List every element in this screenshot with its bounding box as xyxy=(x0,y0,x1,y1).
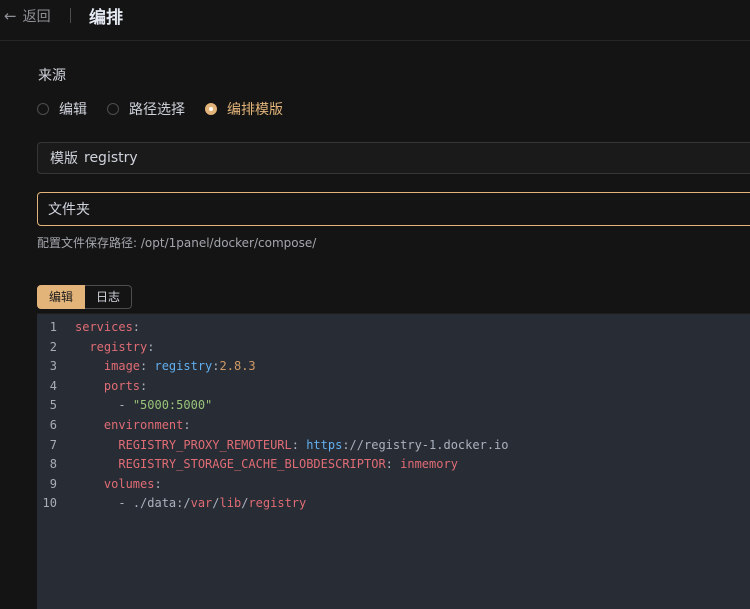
code-line: 6 environment: xyxy=(37,416,750,436)
line-number: 8 xyxy=(49,457,57,472)
code-key: registry xyxy=(89,339,148,354)
code-punct: : xyxy=(132,320,141,334)
radio-label: 编辑 xyxy=(59,102,87,118)
code-punct: : xyxy=(154,476,162,491)
code-value: https xyxy=(306,437,343,452)
code-key: services xyxy=(75,320,133,334)
line-number: 7 xyxy=(49,437,57,452)
code-punct: - xyxy=(118,496,133,511)
code-string: "5000:5000" xyxy=(132,398,213,413)
code-punct: : xyxy=(140,378,148,393)
code-punct: : xyxy=(140,359,155,374)
editor-tabs: 编辑 日志 xyxy=(37,285,133,309)
template-select-prefix: 模版 xyxy=(50,151,78,167)
folder-input-placeholder: 文件夹 xyxy=(48,202,90,218)
template-select-value: registry xyxy=(84,150,138,166)
line-number: 2 xyxy=(49,339,57,354)
code-value: ./data:/ xyxy=(132,496,191,511)
code-line: 5 - "5000:5000" xyxy=(37,396,750,416)
code-text: image: registry:2.8.3 xyxy=(75,357,256,377)
code-value: registry xyxy=(248,496,307,511)
line-number: 5 xyxy=(49,398,57,413)
code-line: 8 REGISTRY_STORAGE_CACHE_BLOBDESCRIPTOR:… xyxy=(37,455,750,475)
radio-path-select[interactable]: 路径选择 xyxy=(107,99,185,119)
back-button[interactable]: ← 返回 xyxy=(4,6,51,26)
code-punct: - xyxy=(118,398,133,413)
code-punct: : xyxy=(385,457,401,472)
line-number: 6 xyxy=(49,417,57,432)
code-text: ports: xyxy=(75,377,147,397)
code-text: REGISTRY_STORAGE_CACHE_BLOBDESCRIPTOR: i… xyxy=(75,455,458,475)
code-value: ://registry-1.docker.io xyxy=(342,437,509,452)
code-line: 4 ports: xyxy=(37,377,750,397)
code-key: environment xyxy=(103,417,184,432)
code-punct: : xyxy=(147,339,155,354)
line-number: 10 xyxy=(42,496,57,511)
code-text: REGISTRY_PROXY_REMOTEURL: https://regist… xyxy=(75,436,509,456)
radio-compose-template[interactable]: 编排模版 xyxy=(205,99,283,119)
code-editor[interactable]: 1 services: 2 registry: 3 image: registry:2… xyxy=(37,313,750,609)
line-number: 9 xyxy=(49,476,57,491)
code-value: registry xyxy=(154,359,213,374)
code-key: volumes xyxy=(103,476,155,491)
code-value: lib xyxy=(219,496,242,511)
radio-circle-icon[interactable] xyxy=(37,103,49,115)
code-line: 10 - ./data:/var/lib/registry xyxy=(37,494,750,514)
code-text: - "5000:5000" xyxy=(75,396,212,416)
line-number: 3 xyxy=(49,359,57,374)
template-select[interactable]: 模版 registry xyxy=(37,142,750,174)
code-line: 3 image: registry:2.8.3 xyxy=(37,357,750,377)
source-label: 来源 xyxy=(38,68,66,84)
code-text: environment: xyxy=(75,416,191,436)
code-punct: : xyxy=(291,437,307,452)
back-label: 返回 xyxy=(22,9,51,25)
tab-edit[interactable]: 编辑 xyxy=(37,285,86,309)
code-line: 9 volumes: xyxy=(37,475,750,495)
folder-input[interactable]: 文件夹 xyxy=(37,192,750,226)
radio-circle-icon[interactable] xyxy=(107,103,119,115)
page-header: ← 返回 编排 xyxy=(0,0,750,41)
tab-logs[interactable]: 日志 xyxy=(85,285,133,309)
code-content: 1 services: 2 registry: 3 image: registry:2… xyxy=(37,318,750,514)
radio-edit[interactable]: 编辑 xyxy=(37,99,87,119)
code-key: REGISTRY_STORAGE_CACHE_BLOBDESCRIPTOR xyxy=(118,457,386,472)
source-radio-group: 编辑 路径选择 编排模版 xyxy=(37,99,303,119)
arrow-left-icon: ← xyxy=(4,7,17,25)
line-number: 1 xyxy=(49,320,57,334)
code-text: volumes: xyxy=(75,475,162,495)
code-key: REGISTRY_PROXY_REMOTEURL xyxy=(118,437,292,452)
code-key: image xyxy=(103,359,141,374)
code-line: 7 REGISTRY_PROXY_REMOTEURL: https://regi… xyxy=(37,436,750,456)
code-punct: : xyxy=(183,417,191,432)
code-punct: : xyxy=(212,359,220,374)
code-value: var xyxy=(190,496,213,511)
path-hint: 配置文件保存路径: /opt/1panel/docker/compose/ xyxy=(37,236,317,250)
code-line: 2 registry: xyxy=(37,338,750,358)
code-text: services: xyxy=(75,318,140,338)
code-punct: / xyxy=(212,496,220,511)
code-number: 2.8.3 xyxy=(219,359,256,374)
line-number: 4 xyxy=(49,378,57,393)
code-text: registry: xyxy=(75,338,154,358)
radio-label: 编排模版 xyxy=(227,102,283,118)
header-divider xyxy=(70,8,71,23)
code-line: 1 services: xyxy=(37,318,750,338)
page-title: 编排 xyxy=(89,8,123,28)
code-key: ports xyxy=(103,378,141,393)
radio-checked-icon[interactable] xyxy=(205,103,217,115)
code-value: inmemory xyxy=(400,457,458,472)
radio-label: 路径选择 xyxy=(129,102,185,118)
code-text: - ./data:/var/lib/registry xyxy=(75,494,306,514)
